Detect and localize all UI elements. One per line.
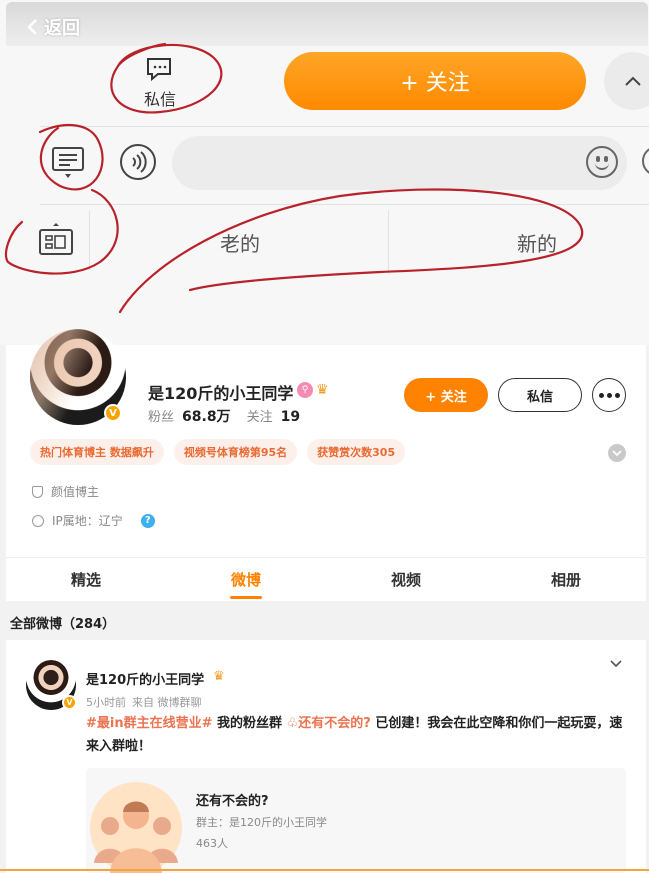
- post-source[interactable]: 来自 微博群聊: [132, 694, 202, 710]
- crown-icon: ♛: [213, 669, 225, 684]
- option-new[interactable]: 新的: [517, 228, 557, 257]
- menu-grid-icon: [39, 223, 73, 255]
- all-posts-label: 全部微博（284）: [10, 617, 116, 632]
- tab-album[interactable]: 相册: [486, 558, 646, 601]
- ip-location: IP属地：辽宁: [52, 514, 123, 528]
- search-badge-icon: ⚲: [297, 382, 313, 398]
- top-bar: 返回: [6, 2, 648, 46]
- profile-card: V 是120斤的小王同学 ⚲ ♛ 粉丝 68.8万 关注 19 + 关注 私信 …: [6, 329, 646, 557]
- chevron-down-icon: [612, 449, 622, 456]
- fans-label: 粉丝: [148, 410, 175, 425]
- collapse-button[interactable]: [604, 52, 649, 110]
- back-button[interactable]: 返回: [26, 14, 80, 40]
- group-card[interactable]: 还有不会的? 群主：是120斤的小王同学 463人: [86, 768, 626, 873]
- message-label-large: 私信: [143, 90, 176, 109]
- category-text: 颜值博主: [51, 485, 100, 499]
- fans-count[interactable]: 68.8万: [182, 406, 231, 426]
- shield-icon: [32, 485, 43, 498]
- profile-stats: 粉丝 68.8万 关注 19: [148, 406, 300, 426]
- profile-tabs: 精选 微博 视频 相册: [6, 557, 646, 601]
- post-verified-badge: V: [62, 695, 77, 710]
- chevron-up-icon: [625, 76, 641, 86]
- following-label: 关注: [246, 410, 273, 425]
- post-author[interactable]: 是120斤的小王同学: [86, 669, 204, 688]
- group-link-icon: ♧: [286, 716, 299, 731]
- voice-icon: [120, 144, 156, 180]
- ip-line: IP属地：辽宁 ?: [32, 512, 155, 529]
- group-avatar-icon: [90, 782, 182, 873]
- tab-video[interactable]: 视频: [326, 558, 486, 601]
- follow-button-large[interactable]: + 关注: [284, 52, 586, 110]
- group-title: 还有不会的?: [196, 794, 269, 809]
- annotated-screenshot: 返回 私信 + 关注 老的 新的: [0, 0, 649, 345]
- tag-video-rank[interactable]: 视频号体育榜第95名: [173, 439, 298, 465]
- post-text-a: 我的粉丝群: [217, 716, 283, 731]
- location-icon: [32, 514, 44, 527]
- tag-appreciation[interactable]: 获赞赏次数305: [307, 439, 406, 465]
- message-button-large[interactable]: 私信: [130, 54, 190, 114]
- post-options-chevron-icon[interactable]: [610, 658, 622, 670]
- divider: [89, 210, 90, 270]
- follow-button[interactable]: + 关注: [404, 378, 488, 412]
- tab-featured[interactable]: 精选: [6, 558, 166, 601]
- post-text: #最in群主在线营业# 我的粉丝群 ♧还有不会的? 已创建！我会在此空降和你们一…: [86, 712, 626, 758]
- bottom-edge-line: [0, 869, 649, 871]
- divider: [40, 126, 649, 127]
- post-group-link[interactable]: 还有不会的?: [298, 716, 371, 731]
- menu-list-icon: [52, 147, 84, 178]
- keyboard-menu-button[interactable]: [48, 142, 88, 182]
- category-line: 颜值博主: [32, 483, 99, 500]
- emoji-icon[interactable]: [586, 146, 618, 178]
- post-time: 5小时前: [86, 696, 126, 709]
- chevron-left-icon: [27, 19, 37, 35]
- profile-tags: 热门体育博主 数据飙升 视频号体育榜第95名 获赞赏次数305: [30, 439, 406, 465]
- post-card: V 是120斤的小王同学 ♛ 5小时前 来自 微博群聊 #最in群主在线营业# …: [6, 640, 646, 873]
- tab-weibo[interactable]: 微博: [166, 558, 326, 601]
- more-icon[interactable]: [642, 146, 649, 176]
- help-icon[interactable]: ?: [140, 513, 155, 528]
- message-button[interactable]: 私信: [498, 378, 582, 412]
- group-owner: 群主：是120斤的小王同学: [196, 816, 327, 829]
- post-meta: 5小时前 来自 微博群聊: [86, 694, 202, 710]
- post-hashtag[interactable]: #最in群主在线营业#: [86, 716, 213, 731]
- grid-menu-button[interactable]: [36, 220, 76, 260]
- verified-badge: V: [104, 404, 122, 422]
- group-member-count: 463人: [196, 837, 228, 850]
- following-count[interactable]: 19: [281, 409, 300, 425]
- back-label: 返回: [44, 18, 80, 39]
- expand-tags-button[interactable]: [608, 444, 626, 462]
- voice-button[interactable]: [118, 142, 158, 182]
- crown-icon: ♛: [316, 382, 329, 398]
- more-button[interactable]: [592, 378, 626, 412]
- option-old[interactable]: 老的: [220, 228, 260, 257]
- profile-name: 是120斤的小王同学: [148, 384, 294, 403]
- tag-hot-sports[interactable]: 热门体育博主 数据飙升: [30, 439, 164, 465]
- divider: [388, 210, 389, 274]
- message-input[interactable]: [172, 136, 627, 190]
- chat-bubble-icon: [147, 58, 171, 82]
- divider: [40, 204, 649, 205]
